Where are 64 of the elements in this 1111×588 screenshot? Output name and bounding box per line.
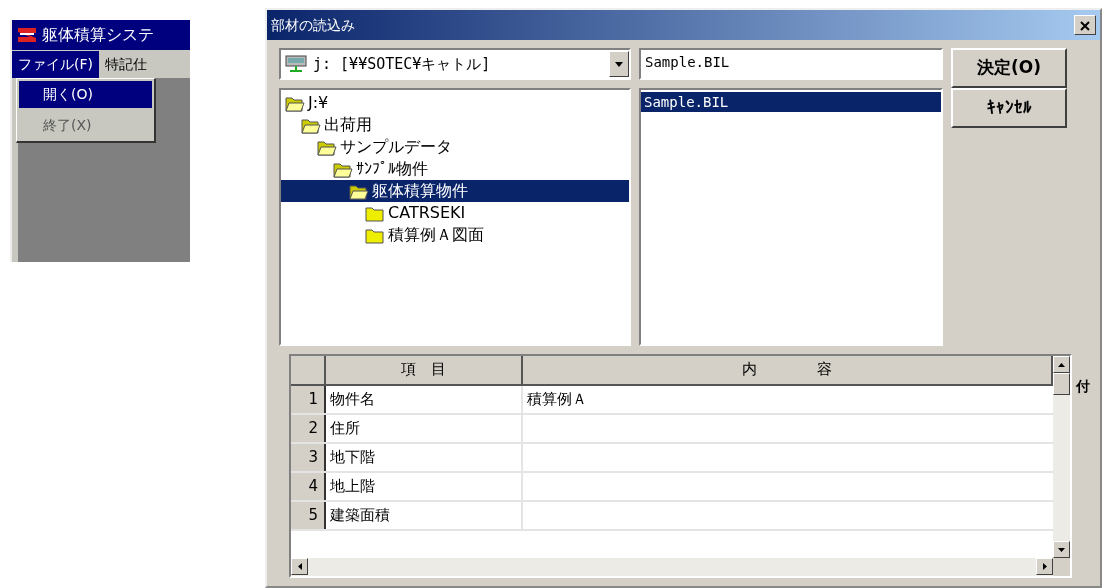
close-icon [1080, 20, 1090, 31]
folder-icon [365, 204, 385, 222]
open-folder-icon [301, 116, 321, 134]
menu-item[interactable]: 開く(O) [19, 81, 152, 108]
tree-item[interactable]: ｻﾝﾌﾟﾙ物件 [281, 158, 629, 180]
folder-label: 出荷用 [324, 114, 372, 136]
tree-item[interactable]: 躯体積算物件 [281, 180, 629, 202]
row-number: 5 [291, 502, 326, 529]
app-logo-icon [16, 26, 38, 44]
left-arrow-icon [297, 563, 302, 570]
network-drive-icon [285, 55, 307, 73]
scroll-right-button[interactable] [1036, 558, 1053, 575]
folder-label: 積算例Ａ図面 [388, 224, 484, 246]
scroll-thumb[interactable] [1053, 373, 1070, 395]
close-button[interactable] [1074, 15, 1096, 35]
scroll-down-button[interactable] [1053, 541, 1070, 558]
row-number: 3 [291, 444, 326, 471]
table-cell: 建築面積 [326, 502, 523, 529]
scroll-up-button[interactable] [1053, 356, 1070, 373]
folder-label: CATRSEKI [388, 202, 466, 224]
drive-dropdown[interactable]: j: [¥¥SOTEC¥キャトル] [279, 48, 631, 80]
up-arrow-icon [1058, 362, 1065, 367]
horizontal-scrollbar[interactable] [291, 558, 1053, 576]
menu-item[interactable]: 特記仕 [99, 50, 153, 78]
row-number: 1 [291, 386, 326, 413]
tree-item[interactable]: 出荷用 [281, 114, 629, 136]
folder-label: 躯体積算物件 [372, 180, 468, 202]
tree-item[interactable]: J:¥ [281, 92, 629, 114]
dialog-title: 部材の読込み [271, 15, 355, 35]
row-number: 4 [291, 473, 326, 500]
folder-label: サンプルデータ [340, 136, 452, 158]
right-arrow-icon [1042, 563, 1047, 570]
column-header: 項 目 [326, 356, 523, 384]
menu-item[interactable]: 終了(X) [19, 112, 152, 139]
menu-item[interactable]: ファイル(F) [12, 50, 99, 78]
open-folder-icon [349, 182, 369, 200]
tree-item[interactable]: CATRSEKI [281, 202, 629, 224]
table-cell: 住所 [326, 415, 523, 442]
column-header: 内 容 [523, 356, 1053, 384]
tree-item[interactable]: 積算例Ａ図面 [281, 224, 629, 246]
dropdown-arrow-button[interactable] [609, 51, 629, 77]
file-item[interactable]: Sample.BIL [641, 92, 941, 112]
open-folder-icon [317, 138, 337, 156]
ok-button[interactable]: 決定(O) [951, 48, 1067, 88]
cancel-button[interactable]: ｷｬﾝｾﾙ [951, 88, 1067, 128]
window-title: 躯体積算システ [42, 24, 154, 46]
down-arrow-icon [1058, 547, 1065, 552]
folder-label: J:¥ [308, 92, 329, 114]
drive-label: j: [¥¥SOTEC¥キャトル] [313, 53, 491, 75]
caret-icon [615, 61, 623, 67]
table-cell: 地上階 [326, 473, 523, 500]
table-cell-text: 積算例Ａ [526, 389, 588, 410]
open-folder-icon [285, 94, 305, 112]
table-cell: 地下階 [326, 444, 523, 471]
open-folder-icon [333, 160, 353, 178]
row-number: 2 [291, 415, 326, 442]
tree-item[interactable]: サンプルデータ [281, 136, 629, 158]
vertical-scrollbar[interactable] [1053, 356, 1070, 558]
scroll-left-button[interactable] [291, 558, 308, 575]
folder-label: ｻﾝﾌﾟﾙ物件 [356, 158, 428, 180]
side-label: 付 [1076, 377, 1090, 396]
folder-icon [365, 226, 385, 244]
file-name-field[interactable]: Sample.BIL [639, 48, 943, 80]
table-cell: 物件名 [326, 386, 523, 413]
